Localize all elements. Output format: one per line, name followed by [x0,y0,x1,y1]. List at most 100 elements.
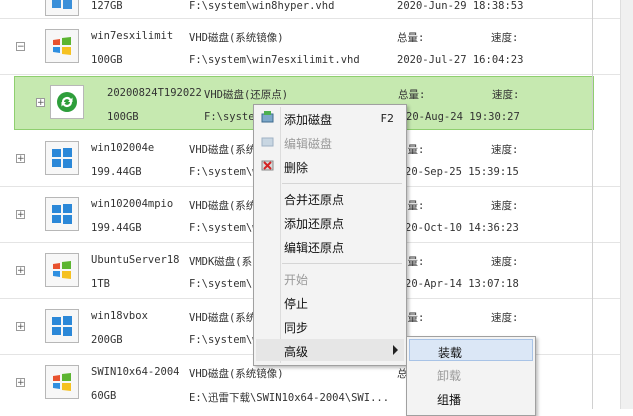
windows-icon [52,0,72,9]
menu-separator [282,183,402,184]
disk-date: 20-Aug-24 19:30:27 [406,111,520,123]
speed-label: 速度: [491,312,519,324]
total-label: 总量: [397,32,425,44]
speed-label: 速度: [491,256,519,268]
menu-item-edit-disk[interactable]: 编辑磁盘 [256,131,404,153]
disk-type: VHD磁盘(系统镜像) [189,32,284,44]
disk-thumbnail [45,365,79,399]
total-label: 总量: [398,89,426,101]
speed-label: 速度: [492,89,520,101]
menu-label: 编辑磁盘 [284,137,333,151]
menu-label: 卸载 [437,369,462,383]
menu-label: 组播 [437,393,462,407]
disk-name: win7esxilimit [91,30,174,42]
menu-item-add-restore-point[interactable]: 添加还原点 [256,211,404,233]
speed-label: 速度: [491,200,519,212]
disk-date: 20-Oct-10 14:36:23 [405,222,519,234]
disk-name: UbuntuServer18 [91,254,180,266]
submenu-item-mount[interactable]: 装载 [409,339,533,361]
disk-date: 2020-Jul-27 16:04:23 [397,54,524,66]
disk-path: F:\system\win7esxilimit.vhd [189,54,360,66]
disk-thumbnail [45,309,79,343]
disk-size: 199.44GB [91,222,142,234]
submenu-item-multicast[interactable]: 组播 [409,387,533,409]
advanced-submenu: 装载 卸载 组播 [406,336,536,416]
disk-thumbnail [45,197,79,231]
windows-icon [52,316,72,336]
disk-type: VHD磁盘(系统 [189,144,257,156]
windows-icon [53,37,71,55]
menu-item-delete[interactable]: 删除 [256,155,404,177]
menu-item-advanced[interactable]: 高级 [256,339,404,361]
menu-item-merge-restore-point[interactable]: 合并还原点 [256,187,404,209]
context-menu: 添加磁盘 F2 编辑磁盘 删除 合并还原点 添加还原点 编辑还原点 开始 停止 … [253,104,407,366]
disk-size: 100GB [91,54,123,66]
disk-path: F:\system\w [189,166,259,178]
disk-path: E:\迅雷下载\SWIN10x64-2004\SWI... [189,392,390,404]
menu-label: 合并还原点 [284,193,345,207]
expand-toggle[interactable]: + [16,154,25,164]
disk-row[interactable]: − win7esxilimit VHD磁盘(系统镜像) 总量: 速度: 100G… [0,19,620,75]
windows-icon [53,373,71,391]
disk-type: VHD磁盘(还原点) [204,89,289,101]
disk-path: F:\system\win8hyper.vhd [189,0,335,12]
disk-path: F:\system\w [189,334,259,346]
disk-type: VMDK磁盘(系 [189,256,253,268]
disk-size: 199.44GB [91,166,142,178]
menu-item-start[interactable]: 开始 [256,267,404,289]
disk-path: F:\system\U [189,278,259,290]
disk-size: 200GB [91,334,123,346]
disk-name: win18vbox [91,310,148,322]
submenu-arrow-icon [393,345,398,355]
menu-shortcut: F2 [380,112,394,125]
menu-label: 停止 [284,297,309,311]
menu-label: 高级 [284,345,309,359]
disk-path: F:\system\w [189,222,259,234]
disk-type: VHD磁盘(系统 [189,312,257,324]
menu-item-add-disk[interactable]: 添加磁盘 F2 [256,107,404,129]
disk-path: F:\syste [204,111,255,123]
collapse-toggle[interactable]: − [16,42,25,52]
disk-name: 20200824T192022 [107,87,202,99]
edit-disk-icon [261,135,274,148]
disk-date: 2020-Jun-29 18:38:53 [397,0,524,12]
delete-icon [261,159,274,172]
expand-toggle[interactable]: + [36,98,45,108]
menu-label: 添加磁盘 [284,113,333,127]
restore-icon [57,92,77,112]
disk-thumbnail [45,0,79,16]
column-divider [592,0,593,409]
menu-item-sync[interactable]: 同步 [256,315,404,337]
menu-label: 添加还原点 [284,217,345,231]
disk-name: win102004e [91,142,155,154]
disk-name: SWIN10x64-2004 [91,366,180,378]
menu-item-edit-restore-point[interactable]: 编辑还原点 [256,235,404,257]
menu-item-stop[interactable]: 停止 [256,291,404,313]
add-disk-icon [261,111,274,124]
disk-date: 20-Apr-14 13:07:18 [405,278,519,290]
disk-size: 127GB [91,0,123,12]
submenu-item-unmount[interactable]: 卸载 [409,363,533,385]
disk-size: 60GB [91,390,117,402]
disk-row[interactable]: 127GB F:\system\win8hyper.vhd 2020-Jun-2… [0,0,620,19]
speed-label: 速度: [491,144,519,156]
menu-label: 装载 [438,346,463,360]
menu-separator [282,263,402,264]
menu-label: 开始 [284,273,309,287]
disk-thumbnail [45,141,79,175]
vertical-scrollbar[interactable] [620,0,633,409]
menu-label: 编辑还原点 [284,241,345,255]
speed-label: 速度: [491,32,519,44]
disk-thumbnail [45,253,79,287]
disk-type: VHD磁盘(系统 [189,200,257,212]
expand-toggle[interactable]: + [16,378,25,388]
expand-toggle[interactable]: + [16,322,25,332]
disk-name: win102004mpio [91,198,174,210]
menu-label: 删除 [284,161,309,175]
windows-icon [52,148,72,168]
expand-toggle[interactable]: + [16,210,25,220]
expand-toggle[interactable]: + [16,266,25,276]
windows-icon [53,261,71,279]
disk-size: 100GB [107,111,139,123]
windows-icon [52,204,72,224]
